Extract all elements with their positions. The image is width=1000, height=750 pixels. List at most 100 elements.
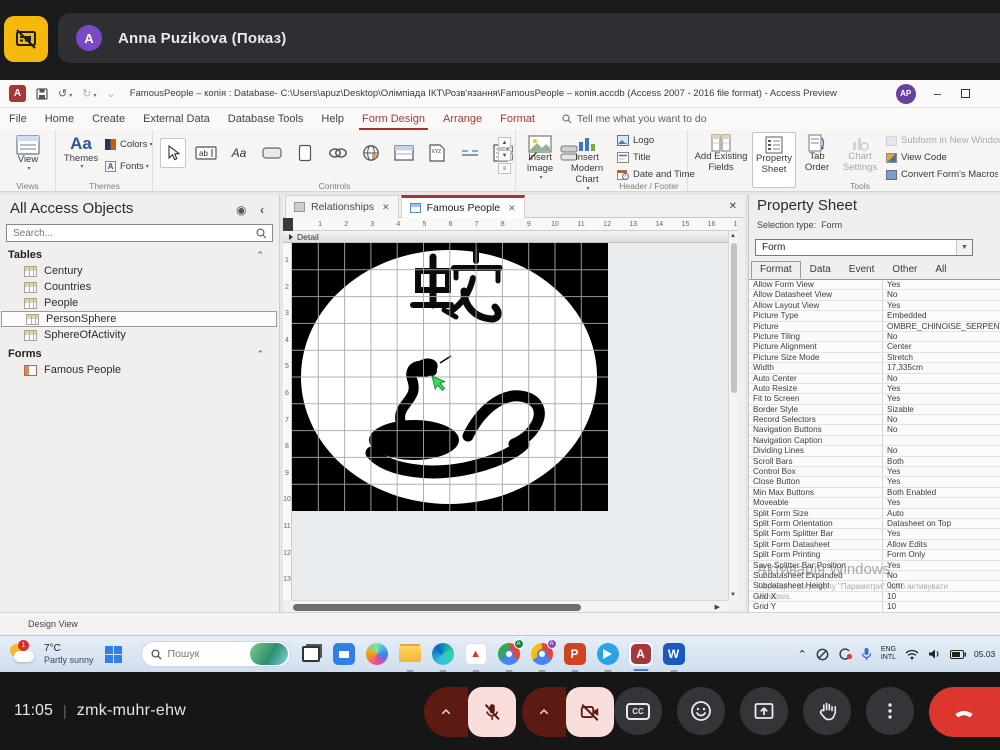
property-sheet-button[interactable]: Property Sheet — [752, 132, 796, 188]
volume-icon[interactable] — [928, 648, 941, 660]
camera-off-button[interactable] — [566, 687, 614, 737]
property-row[interactable]: Grid X 10 — [749, 592, 1000, 602]
property-value[interactable]: No — [883, 446, 1000, 455]
redo-icon[interactable]: ↻▾ — [82, 87, 96, 100]
property-row[interactable]: Split Form Datasheet Allow Edits — [749, 540, 1000, 550]
presentation-paused-tile[interactable] — [4, 16, 48, 62]
property-row[interactable]: Allow Layout View Yes — [749, 301, 1000, 311]
do-not-disturb-icon[interactable] — [816, 648, 829, 661]
chevron-down-icon[interactable]: ▼ — [956, 240, 972, 255]
acrobat-button[interactable]: ▲ — [463, 641, 489, 667]
tray-expand-icon[interactable]: ⌃ — [798, 648, 807, 661]
property-value[interactable]: Stretch — [883, 353, 1000, 362]
taskbar-search-input[interactable] — [168, 648, 238, 660]
selection-combo[interactable]: Form ▼ — [755, 239, 973, 256]
property-value[interactable]: Form Only — [883, 550, 1000, 559]
hyperlink-control[interactable] — [325, 138, 351, 168]
chrome-profile1-button[interactable]: A — [496, 641, 522, 667]
property-row[interactable]: Picture Size Mode Stretch — [749, 353, 1000, 363]
ribbon-tab[interactable]: Help — [312, 108, 353, 130]
nav-item-table[interactable]: PersonSphere — [1, 311, 277, 327]
property-value[interactable]: No — [883, 332, 1000, 341]
property-value[interactable]: Yes — [883, 529, 1000, 538]
nav-item-table[interactable]: Century — [0, 263, 278, 279]
insert-image-button[interactable]: Insert Image▾ — [518, 135, 562, 182]
property-row[interactable]: Scroll Bars Both — [749, 457, 1000, 467]
property-row[interactable]: Close Button Yes — [749, 477, 1000, 487]
controls-scroll-down[interactable]: ▼ — [498, 150, 511, 161]
property-row[interactable]: Grid Y 10 — [749, 602, 1000, 612]
property-value[interactable]: Embedded — [883, 311, 1000, 320]
battery-icon[interactable] — [950, 650, 966, 659]
property-value[interactable]: Yes — [883, 394, 1000, 403]
ribbon-tab[interactable]: Form Design — [353, 108, 434, 130]
ribbon-tab[interactable]: Database Tools — [219, 108, 313, 130]
property-value[interactable]: Yes — [883, 467, 1000, 476]
captions-button[interactable]: CC — [614, 687, 662, 735]
document-tab[interactable]: Relationships ✕ — [285, 195, 399, 218]
form-selector-box[interactable] — [283, 218, 293, 231]
nav-search-input[interactable] — [7, 228, 256, 239]
property-value[interactable]: No — [883, 415, 1000, 424]
controls-scroll-up[interactable]: ▲ — [498, 137, 511, 148]
mic-muted-button[interactable] — [468, 687, 516, 737]
minimize-button[interactable]: – — [934, 86, 941, 101]
ribbon-tab[interactable]: External Data — [134, 108, 219, 130]
property-value[interactable]: 10 — [883, 602, 1000, 611]
property-row[interactable]: Width 17,335cm — [749, 363, 1000, 373]
camera-options-chevron[interactable] — [522, 687, 566, 737]
maximize-button[interactable] — [961, 89, 970, 98]
property-value[interactable]: OMBRE_CHINOISE_SERPENT.jpg — [883, 322, 1000, 331]
language-indicator[interactable]: ENGINTL — [881, 646, 896, 662]
weather-widget[interactable]: 1 7°C Partly sunny — [8, 642, 94, 666]
edge-button[interactable] — [430, 641, 456, 667]
tray-date[interactable]: 05.03 — [974, 649, 1000, 659]
tab-order-button[interactable]: Tab Order — [798, 134, 836, 174]
nav-item-table[interactable]: Countries — [0, 279, 278, 295]
nav-section-forms[interactable]: Forms⌃ — [0, 346, 278, 362]
copilot-button[interactable] — [364, 641, 390, 667]
collapse-icon[interactable]: ⌃ — [256, 250, 264, 261]
property-row[interactable]: Record Selectors No — [749, 415, 1000, 425]
ribbon-tab[interactable]: Format — [491, 108, 544, 130]
property-row[interactable]: Save Splitter Bar Position Yes — [749, 561, 1000, 571]
raise-hand-button[interactable] — [803, 687, 851, 735]
property-row[interactable]: Split Form Splitter Bar Yes — [749, 529, 1000, 539]
property-tab[interactable]: Format — [751, 261, 801, 279]
view-code-button[interactable]: View Code — [886, 152, 947, 163]
insert-modern-chart-button[interactable]: Insert Modern Chart▾ — [564, 135, 610, 193]
task-view-button[interactable] — [298, 641, 324, 667]
title-button[interactable]: Title — [617, 152, 651, 163]
property-value[interactable] — [883, 436, 1000, 445]
property-row[interactable]: Min Max Buttons Both Enabled — [749, 488, 1000, 498]
property-value[interactable]: Yes — [883, 280, 1000, 289]
view-button[interactable]: View▾ — [10, 135, 46, 173]
property-value[interactable]: Datasheet on Top — [883, 519, 1000, 528]
collapse-icon[interactable]: ⌃ — [256, 349, 264, 360]
quick-access-more-icon[interactable]: ⌄ — [106, 87, 115, 100]
presenter-banner[interactable]: A Anna Puzikova (Показ) — [58, 13, 1000, 63]
property-value[interactable]: 17,335cm — [883, 363, 1000, 372]
property-row[interactable]: Navigation Caption — [749, 436, 1000, 446]
property-row[interactable]: Subdatasheet Height 0cm — [749, 581, 1000, 591]
property-value[interactable]: No — [883, 290, 1000, 299]
colors-button[interactable]: Colors▾ — [105, 139, 152, 150]
nav-item-table[interactable]: People — [0, 295, 278, 311]
property-value[interactable]: Auto — [883, 509, 1000, 518]
property-value[interactable]: Yes — [883, 301, 1000, 310]
property-value[interactable]: Both Enabled — [883, 488, 1000, 497]
property-row[interactable]: Subdatasheet Expanded No — [749, 571, 1000, 581]
shutter-close-icon[interactable]: ‹ — [260, 203, 264, 217]
text-box-control[interactable]: ab — [193, 138, 219, 168]
property-row[interactable]: Split Form Printing Form Only — [749, 550, 1000, 560]
property-value[interactable]: Yes — [883, 384, 1000, 393]
end-call-button[interactable] — [929, 687, 1000, 737]
themes-button[interactable]: Aa Themes▾ — [61, 134, 101, 171]
property-value[interactable]: No — [883, 425, 1000, 434]
property-row[interactable]: Split Form Size Auto — [749, 509, 1000, 519]
start-button[interactable] — [101, 641, 127, 667]
insert-page-break-control[interactable] — [457, 138, 483, 168]
property-tab[interactable]: All — [926, 261, 955, 279]
property-row[interactable]: Picture Alignment Center — [749, 342, 1000, 352]
mic-options-chevron[interactable] — [424, 687, 468, 737]
